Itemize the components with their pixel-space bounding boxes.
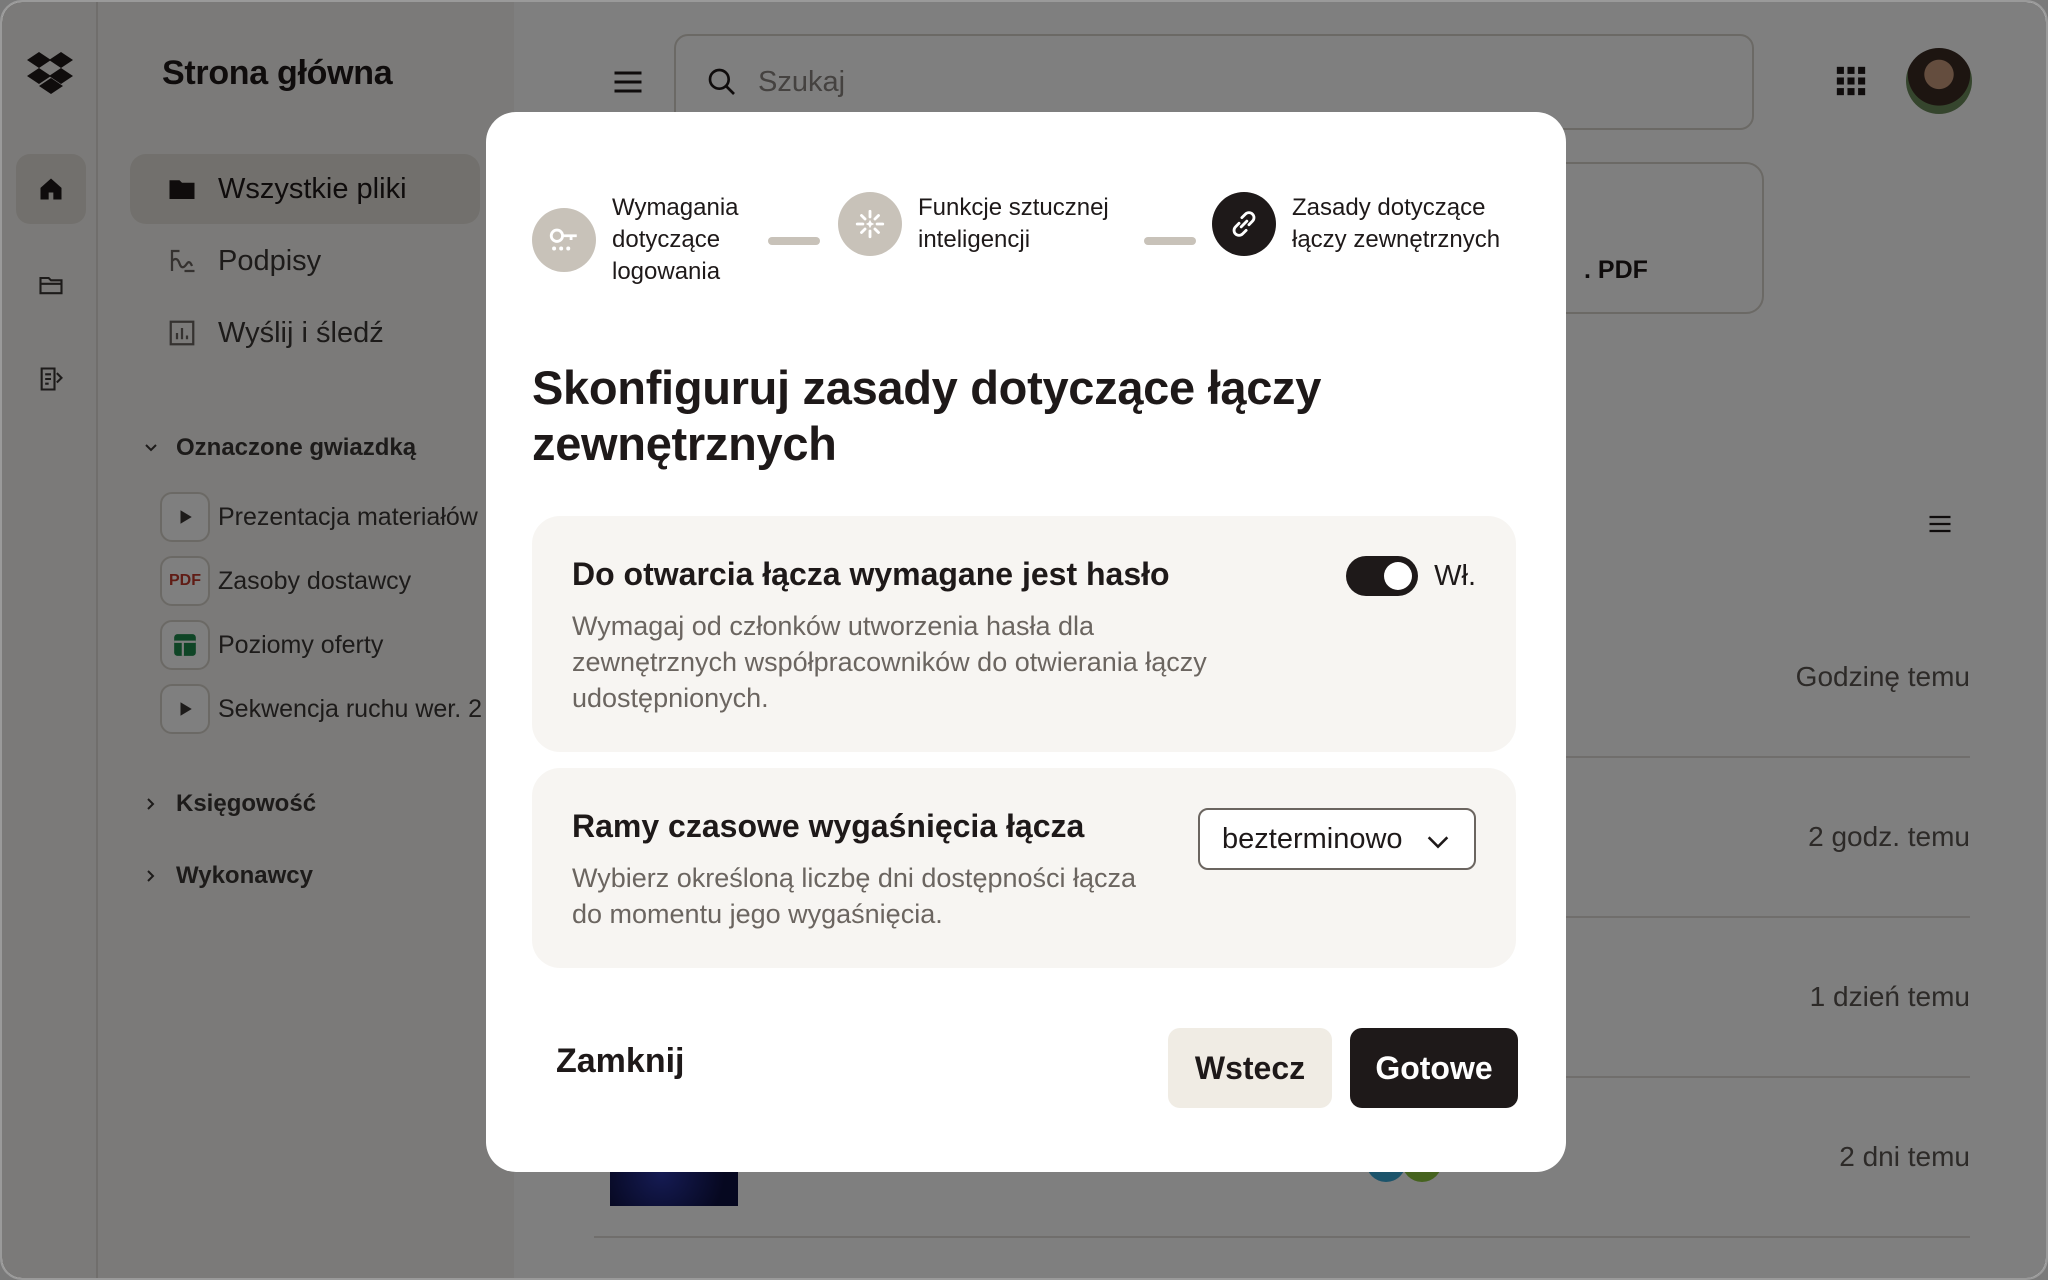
password-setting-panel: Do otwarcia łącza wymagane jest hasło Wy…: [532, 516, 1516, 752]
password-toggle[interactable]: [1346, 556, 1419, 596]
chevron-down-icon: [1427, 836, 1449, 849]
step-label: Funkcje sztucznej inteligencji: [918, 194, 1109, 253]
back-button[interactable]: Wstecz: [1168, 1028, 1332, 1108]
app-window: Strona główna Wszystkie pliki Podpisy Wy…: [0, 0, 2048, 1280]
toggle-state-label: Wł.: [1434, 559, 1476, 592]
expiry-setting-description: Wybierz określoną liczbę dni dostępności…: [572, 863, 1137, 929]
expiry-select[interactable]: bezterminowo: [1198, 808, 1476, 870]
stepper: Wymagania dotyczące logowania Funkcje sz…: [532, 192, 1522, 302]
step-connector: [1144, 237, 1196, 245]
dialog-title: Skonfiguruj zasady dotyczące łączy zewnę…: [532, 361, 1322, 470]
step-ai-features: Funkcje sztucznej inteligencji: [838, 192, 1148, 256]
ai-sparkle-icon: [838, 192, 902, 256]
link-icon: [1212, 192, 1276, 256]
step-external-links: Zasady dotyczące łączy zewnętrznych: [1212, 192, 1522, 256]
link-policy-dialog: Wymagania dotyczące logowania Funkcje sz…: [486, 112, 1566, 1172]
done-button[interactable]: Gotowe: [1350, 1028, 1518, 1108]
toggle-knob: [1384, 562, 1413, 590]
step-label: Wymagania dotyczące logowania: [612, 194, 739, 285]
key-icon: [532, 208, 596, 272]
close-button[interactable]: Zamknij: [532, 1028, 708, 1095]
expiry-setting-panel: Ramy czasowe wygaśnięcia łącza Wybierz o…: [532, 768, 1516, 968]
password-setting-description: Wymagaj od członków utworzenia hasła dla…: [572, 611, 1207, 713]
expiry-select-value: bezterminowo: [1222, 822, 1403, 855]
password-setting-title: Do otwarcia łącza wymagane jest hasło: [572, 556, 1170, 592]
expiry-setting-title: Ramy czasowe wygaśnięcia łącza: [572, 808, 1085, 844]
password-toggle-group[interactable]: Wł.: [1346, 556, 1476, 596]
step-label: Zasady dotyczące łączy zewnętrznych: [1292, 194, 1501, 253]
step-login-requirements: Wymagania dotyczące logowania: [532, 192, 762, 288]
step-connector: [768, 237, 820, 245]
